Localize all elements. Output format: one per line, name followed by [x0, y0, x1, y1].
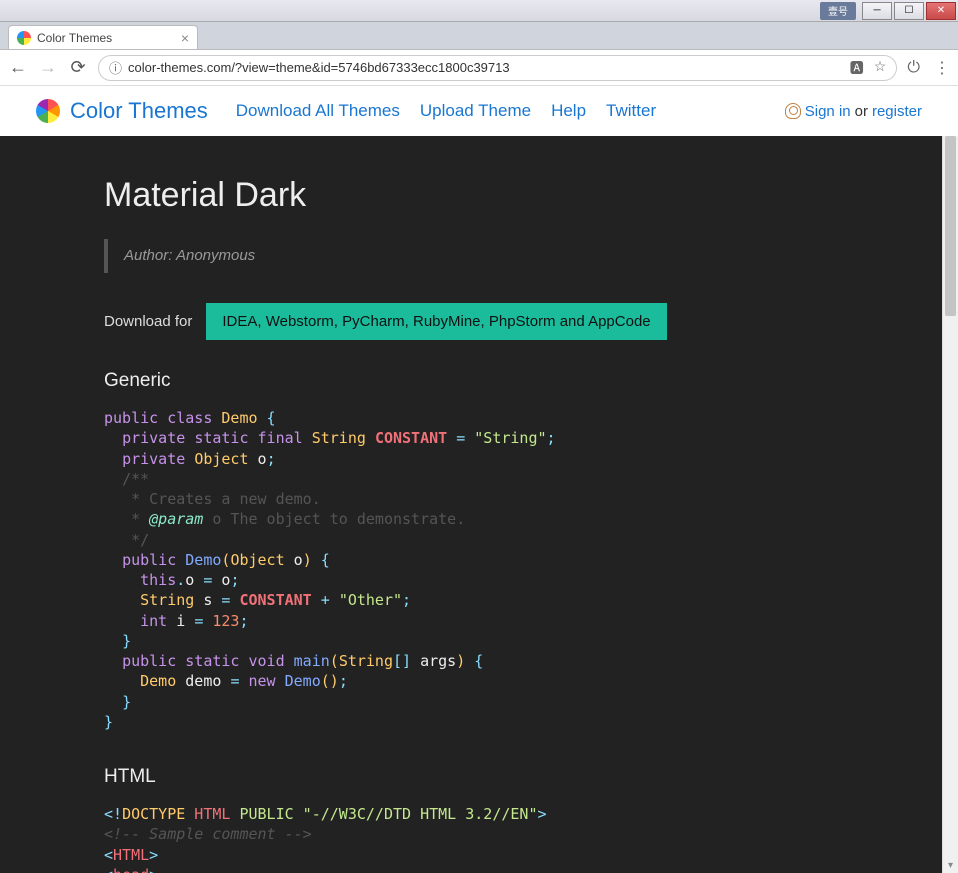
forward-button[interactable]: → [38, 58, 58, 78]
minimize-button[interactable]: ─ [862, 2, 892, 20]
site-header: Color Themes Download All Themes Upload … [0, 86, 958, 136]
vertical-scrollbar[interactable]: ▾ [942, 136, 958, 873]
site-logo-link[interactable]: Color Themes [36, 98, 208, 124]
ime-badge[interactable]: 壹号 [820, 2, 856, 20]
author-text: Author: Anonymous [124, 247, 255, 264]
reload-button[interactable]: ⟳ [68, 58, 88, 78]
tab-title: Color Themes [37, 31, 175, 45]
section-generic-heading: Generic [104, 370, 942, 392]
page-title: Material Dark [104, 176, 942, 215]
code-html: <!DOCTYPE HTML PUBLIC "-//W3C//DTD HTML … [104, 804, 942, 873]
nav-download-all[interactable]: Download All Themes [236, 101, 400, 121]
nav-twitter[interactable]: Twitter [606, 101, 656, 121]
close-window-button[interactable]: ✕ [926, 2, 956, 20]
scroll-down-arrow-icon[interactable]: ▾ [943, 857, 958, 873]
browser-tab[interactable]: Color Themes × [8, 25, 198, 49]
scrollbar-thumb[interactable] [945, 136, 956, 316]
auth-block: Sign in or register [785, 103, 922, 120]
address-bar[interactable]: ⓘ color-themes.com/?view=theme&id=5746bd… [98, 55, 897, 81]
nav-upload-theme[interactable]: Upload Theme [420, 101, 531, 121]
sign-in-link[interactable]: Sign in [805, 103, 851, 120]
author-block: Author: Anonymous [104, 239, 942, 273]
auth-or-text: or [855, 103, 868, 120]
tab-strip: Color Themes × [0, 22, 958, 50]
nav-links: Download All Themes Upload Theme Help Tw… [236, 101, 656, 121]
translate-icon[interactable]: 🅰 [850, 58, 864, 78]
back-button[interactable]: ← [8, 58, 28, 78]
tab-close-icon[interactable]: × [181, 31, 189, 45]
user-icon [785, 103, 801, 119]
menu-icon[interactable]: ⋮ [934, 58, 950, 78]
download-for-label: Download for [104, 313, 192, 330]
logo-icon [36, 99, 60, 123]
url-text: color-themes.com/?view=theme&id=5746bd67… [128, 60, 510, 75]
power-icon[interactable]: ⏻ [907, 59, 920, 77]
section-html-heading: HTML [104, 766, 942, 788]
code-generic: public class Demo { private static final… [104, 408, 942, 732]
bookmark-star-icon[interactable]: ☆ [874, 58, 887, 78]
maximize-button[interactable]: ☐ [894, 2, 924, 20]
nav-help[interactable]: Help [551, 101, 586, 121]
browser-toolbar: ← → ⟳ ⓘ color-themes.com/?view=theme&id=… [0, 50, 958, 86]
window-titlebar: 壹号 ─ ☐ ✕ [0, 0, 958, 22]
download-row: Download for IDEA, Webstorm, PyCharm, Ru… [104, 303, 942, 340]
site-title: Color Themes [70, 98, 208, 124]
page-viewport: Material Dark Author: Anonymous Download… [0, 136, 958, 873]
site-info-icon[interactable]: ⓘ [109, 58, 122, 77]
register-link[interactable]: register [872, 103, 922, 120]
content-area[interactable]: Material Dark Author: Anonymous Download… [0, 136, 942, 873]
download-ides-button[interactable]: IDEA, Webstorm, PyCharm, RubyMine, PhpSt… [206, 303, 666, 340]
favicon-icon [17, 31, 31, 45]
